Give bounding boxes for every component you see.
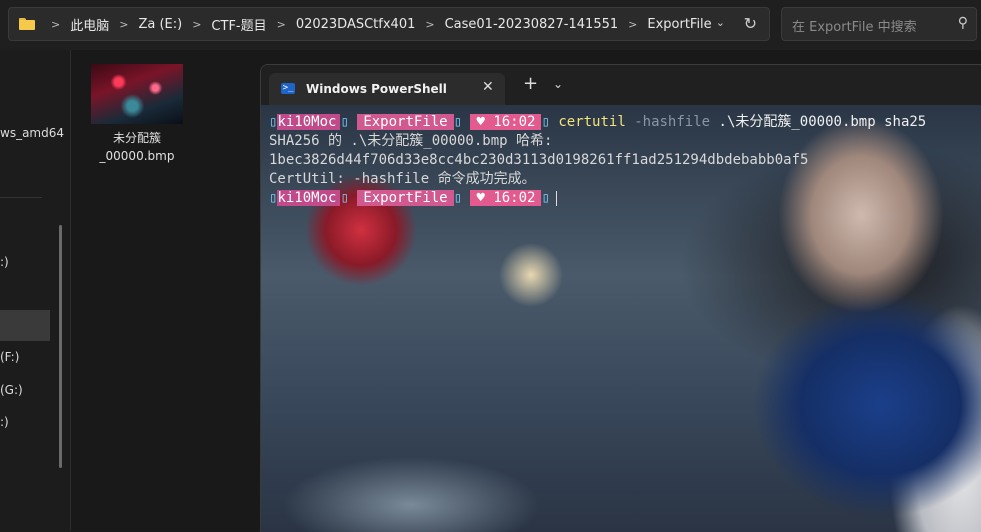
breadcrumb-ctf[interactable]: CTF-题目	[211, 15, 266, 34]
file-item[interactable]: 未分配簇 _00000.bmp	[91, 64, 183, 165]
file-name-line1: 未分配簇	[112, 131, 161, 145]
prompt-glyph: ▯	[541, 114, 559, 130]
prompt-glyph: ▯	[340, 190, 358, 206]
sidebar-item-drive-f[interactable]: (F:)	[0, 350, 19, 364]
breadcrumb-this-pc[interactable]: 此电脑	[70, 15, 109, 34]
close-icon[interactable]: ✕	[482, 79, 494, 95]
prompt-glyph: ▯	[541, 190, 550, 206]
prompt-glyph: ▯	[453, 114, 471, 130]
chevron-right-icon[interactable]: >	[51, 18, 60, 31]
output-line: CertUtil: -hashfile 命令成功完成。	[269, 171, 536, 187]
chevron-right-icon[interactable]: >	[119, 18, 128, 31]
tab-title: Windows PowerShell	[306, 82, 447, 96]
chevron-right-icon[interactable]: >	[628, 18, 637, 31]
command-args: .\未分配簇_00000.bmp sha25	[718, 114, 927, 130]
text-cursor	[555, 190, 557, 206]
tab-powershell[interactable]: >_ Windows PowerShell ✕	[269, 73, 505, 105]
terminal-tabbar: >_ Windows PowerShell ✕ + ⌄	[261, 65, 981, 105]
powershell-icon: >_	[281, 83, 295, 94]
breadcrumb-dasctf[interactable]: 02023DASCtfx401	[296, 17, 416, 32]
sidebar-item-drive-c[interactable]: :)	[0, 255, 9, 269]
breadcrumb-case[interactable]: Case01-20230827-141551	[445, 17, 619, 32]
chevron-right-icon[interactable]: >	[192, 18, 201, 31]
refresh-icon[interactable]: ↻	[744, 14, 757, 33]
search-placeholder: 在 ExportFile 中搜索	[792, 20, 917, 35]
prompt-time: ♥ 16:02	[470, 190, 542, 206]
prompt-user: ki10Moc	[277, 114, 341, 130]
explorer-toolbar: > 此电脑 > Za (E:) > CTF-题目 > 02023DASCtfx4…	[0, 0, 981, 50]
address-bar[interactable]: > 此电脑 > Za (E:) > CTF-题目 > 02023DASCtfx4…	[8, 7, 770, 41]
prompt-dir: ExportFile	[357, 190, 454, 206]
search-icon: ⚲	[957, 15, 968, 31]
sidebar-item-selected[interactable]	[0, 310, 50, 341]
prompt-user: ki10Moc	[277, 190, 341, 206]
chevron-right-icon[interactable]: >	[277, 18, 286, 31]
output-line: 1bec3826d44f706d33e8cc4bc230d3113d019826…	[269, 152, 809, 168]
sidebar-divider	[0, 197, 42, 198]
sidebar-item-amd64[interactable]: ws_amd64	[0, 126, 64, 140]
file-thumbnail	[91, 64, 183, 124]
chevron-right-icon[interactable]: >	[425, 18, 434, 31]
file-name-line2: _00000.bmp	[99, 149, 175, 163]
terminal-window: >_ Windows PowerShell ✕ + ⌄ ▯ki10Moc ▯ Ex…	[260, 64, 981, 532]
terminal-content[interactable]: ▯ki10Moc ▯ ExportFile ▯ ♥ 16:02 ▯ certutil …	[261, 105, 981, 532]
command-param: -hashfile	[634, 114, 711, 130]
new-tab-button[interactable]: +	[523, 75, 538, 93]
command-name: certutil	[558, 114, 626, 130]
prompt-glyph: ▯	[453, 190, 471, 206]
breadcrumb-drive-e[interactable]: Za (E:)	[138, 17, 182, 32]
prompt-glyph: ▯	[340, 114, 358, 130]
prompt-time: ♥ 16:02	[470, 114, 542, 130]
prompt-line: ▯ki10Moc ▯ ExportFile ▯ ♥ 16:02 ▯	[269, 189, 557, 208]
chevron-down-icon[interactable]: ⌄	[553, 77, 563, 91]
navigation-pane: ws_amd64 :) (F:) (G:) :)	[0, 50, 71, 531]
folder-icon	[19, 18, 35, 30]
breadcrumb-exportfile[interactable]: ExportFile	[647, 17, 711, 32]
file-name: 未分配簇 _00000.bmp	[91, 129, 183, 165]
prompt-line: ▯ki10Moc ▯ ExportFile ▯ ♥ 16:02 ▯ certutil …	[269, 113, 926, 132]
sidebar-scrollbar[interactable]	[59, 225, 62, 468]
output-line: SHA256 的 .\未分配簇_00000.bmp 哈希:	[269, 133, 553, 149]
sidebar-item-drive-h[interactable]: :)	[0, 415, 9, 429]
search-input[interactable]: 在 ExportFile 中搜索 ⚲	[781, 7, 977, 41]
prompt-dir: ExportFile	[357, 114, 454, 130]
sidebar-item-drive-g[interactable]: (G:)	[0, 383, 23, 397]
chevron-down-icon[interactable]: ⌄	[716, 16, 725, 29]
